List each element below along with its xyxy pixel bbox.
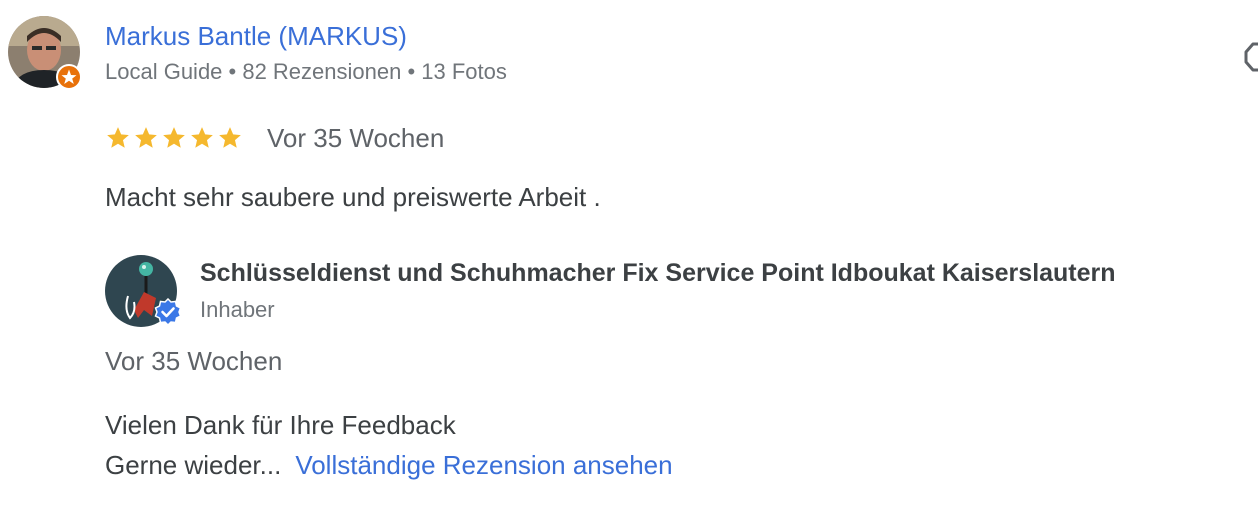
reviewer-meta: Local Guide • 82 Rezensionen • 13 Fotos (105, 59, 507, 84)
owner-name: Schlüsseldienst und Schuhmacher Fix Serv… (200, 259, 1116, 287)
response-text-line-2-text: Gerne wieder... (105, 450, 282, 480)
review-date: Vor 35 Wochen (267, 122, 445, 153)
response-text-line-1: Vielen Dank für Ihre Feedback (105, 410, 456, 440)
star-icon (219, 127, 241, 148)
rating-row: Vor 35 Wochen (105, 120, 444, 156)
reviewer-name[interactable]: Markus Bantle (MARKUS) (105, 18, 407, 54)
review-text: Macht sehr saubere und preiswerte Arbeit… (105, 182, 601, 212)
more-options-icon[interactable] (1243, 38, 1260, 76)
owner-avatar[interactable] (104, 254, 182, 328)
owner-role: Inhaber (200, 297, 275, 322)
full-review-link[interactable]: Vollständige Rezension ansehen (295, 450, 672, 480)
response-date: Vor 35 Wochen (105, 346, 283, 376)
star-rating (105, 125, 243, 151)
star-icon (163, 127, 185, 148)
reviewer-avatar[interactable] (8, 16, 82, 90)
star-icon (107, 127, 129, 148)
star-icon (135, 127, 157, 148)
response-text-line-2: Gerne wieder... Vollständige Rezension an… (105, 448, 673, 482)
local-guide-badge-icon (56, 64, 82, 90)
verified-check-icon (154, 298, 182, 326)
star-icon (191, 127, 213, 148)
